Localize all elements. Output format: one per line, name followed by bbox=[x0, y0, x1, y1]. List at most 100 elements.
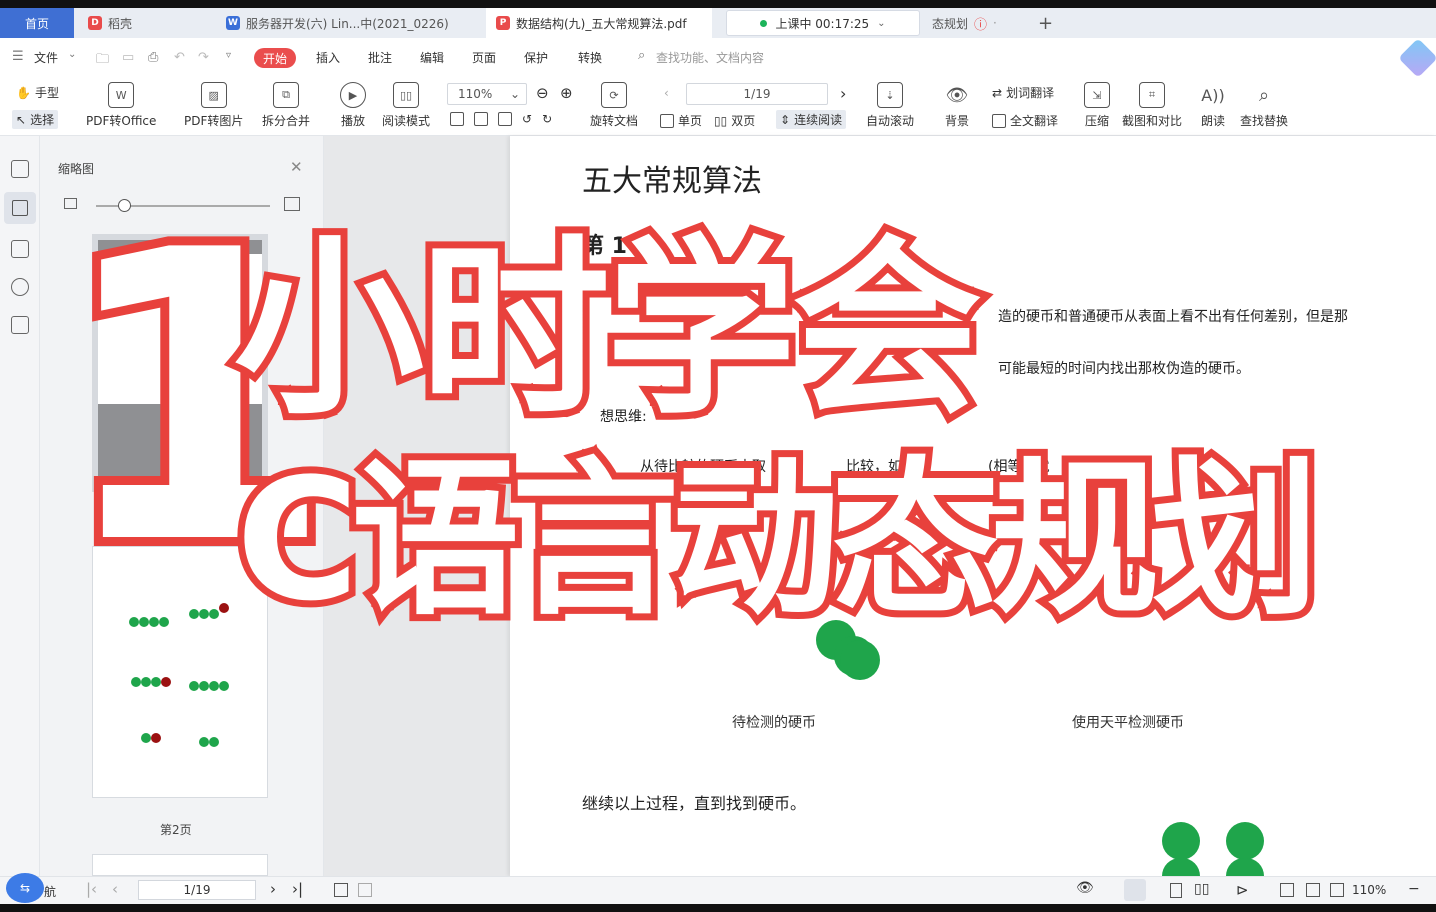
menu-protect[interactable]: 保护 bbox=[524, 49, 548, 66]
next-page-icon[interactable]: › bbox=[270, 880, 276, 898]
body-line-5: 比较，如果天 bbox=[846, 459, 930, 475]
actual-size-icon[interactable] bbox=[450, 112, 464, 126]
word-translate-button[interactable]: ⇄ 划词翻译 bbox=[992, 84, 1054, 101]
menu-start[interactable]: 开始 bbox=[254, 48, 296, 68]
chevron-down-icon[interactable]: ⌄ bbox=[68, 49, 76, 60]
status-zoom[interactable]: 110% bbox=[1352, 883, 1386, 897]
open-folder-icon[interactable]: 🗀 bbox=[96, 50, 109, 72]
screenshot-compare-button[interactable]: ⌗ 截图和对比 bbox=[1122, 82, 1182, 129]
tab-daoke[interactable]: D 稻壳 bbox=[78, 8, 208, 38]
auto-scroll-button[interactable]: ⇣ 自动滚动 bbox=[866, 82, 914, 129]
status-page-input[interactable]: 1/19 bbox=[138, 880, 256, 900]
tab-dp[interactable]: 态规划 ⓘ · bbox=[922, 8, 1022, 38]
single-page-icon[interactable] bbox=[1170, 883, 1182, 898]
thumbnail-page-3[interactable] bbox=[92, 854, 268, 876]
thumbnail-icon[interactable] bbox=[4, 192, 36, 224]
tab-server-dev[interactable]: W 服务器开发(六) Lin...中(2021_0226) bbox=[216, 8, 480, 38]
slider-knob[interactable] bbox=[118, 199, 131, 212]
small-image-icon[interactable] bbox=[64, 198, 77, 209]
rotate-left-icon[interactable]: ↺ bbox=[522, 112, 532, 126]
zoom-in-icon[interactable]: ⊕ bbox=[560, 84, 573, 102]
prev-page-icon[interactable]: ‹ bbox=[112, 880, 118, 898]
zoom-select[interactable]: 110% ⌄ bbox=[447, 83, 527, 105]
compress-button[interactable]: ⇲ 压缩 bbox=[1084, 82, 1110, 129]
toolbar: ✋ 手型 ↖ 选择 W PDF转Office ▨ PDF转图片 ⧉ 拆分合并 ▶ 播… bbox=[0, 78, 1436, 136]
double-page-button[interactable]: ▯▯ 双页 bbox=[714, 112, 755, 129]
menu-insert[interactable]: 插入 bbox=[316, 49, 340, 66]
zoom-out-icon[interactable]: ⊖ bbox=[536, 84, 549, 102]
menu-annotate[interactable]: 批注 bbox=[368, 49, 392, 66]
play-icon[interactable]: ⊳ bbox=[1236, 881, 1249, 899]
signature-icon[interactable] bbox=[11, 316, 29, 334]
comment-icon[interactable] bbox=[11, 240, 29, 258]
continuous-view-icon[interactable] bbox=[1124, 879, 1146, 901]
undo-icon[interactable]: ↶ bbox=[174, 50, 185, 65]
tab-pdf-active[interactable]: P 数据结构(九)_五大常规算法.pdf bbox=[486, 8, 712, 38]
save-icon[interactable]: ▭ bbox=[122, 50, 134, 65]
print-icon[interactable]: ⎙ bbox=[148, 50, 158, 65]
play-button[interactable]: ▶ 播放 bbox=[340, 82, 366, 129]
zoom-out-icon[interactable]: − bbox=[1408, 881, 1420, 897]
read-aloud-button[interactable]: A)) 朗读 bbox=[1200, 82, 1226, 129]
first-page-icon[interactable]: |‹ bbox=[86, 880, 97, 898]
pdf-to-office-button[interactable]: W PDF转Office bbox=[86, 82, 156, 129]
menu-edit[interactable]: 编辑 bbox=[420, 49, 444, 66]
last-page-icon[interactable]: ›| bbox=[292, 880, 303, 898]
thumbnail-page-1[interactable] bbox=[92, 234, 268, 492]
eye-icon[interactable]: 👁 bbox=[1076, 880, 1094, 896]
back-icon[interactable] bbox=[334, 883, 348, 897]
hamburger-icon[interactable]: ☰ bbox=[12, 49, 24, 64]
find-replace-button[interactable]: ⌕ 查找替换 bbox=[1240, 82, 1288, 129]
body-line-3: 想思维: bbox=[600, 409, 647, 425]
page-title: 五大常规算法 bbox=[582, 164, 762, 199]
continuous-read-button[interactable]: ⇕ 连续阅读 bbox=[776, 110, 847, 129]
split-merge-button[interactable]: ⧉ 拆分合并 bbox=[262, 82, 310, 129]
select-tool-button[interactable]: ↖ 选择 bbox=[12, 110, 59, 129]
fit-width-icon[interactable] bbox=[498, 112, 512, 126]
forward-icon[interactable] bbox=[358, 883, 372, 897]
fit-page-icon[interactable] bbox=[474, 112, 488, 126]
single-page-icon bbox=[660, 113, 674, 128]
redo-icon[interactable]: ↷ bbox=[198, 50, 209, 65]
next-page-icon[interactable]: › bbox=[840, 84, 846, 103]
search-input[interactable]: 查找功能、文档内容 bbox=[656, 49, 764, 66]
new-tab-button[interactable]: + bbox=[1028, 8, 1058, 38]
pdf-doc-icon: P bbox=[496, 16, 510, 30]
navigation-icon[interactable]: ⇆ bbox=[6, 873, 44, 903]
fit-page-icon[interactable] bbox=[1306, 883, 1320, 897]
status-bar: ⇆ 航 |‹ ‹ 1/19 › ›| 👁 ▯▯ ⊳ 110% − bbox=[0, 873, 1436, 904]
fit-width-icon[interactable] bbox=[1330, 883, 1344, 897]
hand-tool-button[interactable]: ✋ 手型 bbox=[16, 84, 59, 101]
read-mode-button[interactable]: ▯▯ 阅读模式 bbox=[382, 82, 430, 129]
body-line-4: 从待比较的硬币中取 bbox=[640, 459, 766, 475]
large-image-icon[interactable] bbox=[284, 197, 300, 211]
menu-convert[interactable]: 转换 bbox=[578, 49, 602, 66]
chapter-heading: 第 1 章 bbox=[582, 234, 657, 259]
attachment-icon[interactable] bbox=[11, 278, 29, 296]
menu-bar: ☰ 文件 ⌄ 🗀 ▭ ⎙ ↶ ↷ ▿ 开始 插入 批注 编辑 页面 保护 转换 … bbox=[0, 38, 1436, 78]
rotate-right-icon[interactable]: ↻ bbox=[542, 112, 552, 126]
double-page-icon[interactable]: ▯▯ bbox=[1194, 881, 1209, 897]
menu-page[interactable]: 页面 bbox=[472, 49, 496, 66]
close-tab-icon[interactable]: · bbox=[993, 16, 997, 30]
thumbnail-page-2[interactable] bbox=[92, 546, 268, 798]
tab-home[interactable]: 首页 bbox=[0, 8, 74, 38]
speaker-icon: A)) bbox=[1201, 85, 1225, 105]
menu-file[interactable]: 文件 bbox=[34, 49, 58, 66]
recording-status[interactable]: 上课中 00:17:25 ⌄ bbox=[726, 10, 920, 36]
background-button[interactable]: 👁 背景 bbox=[944, 82, 970, 129]
close-icon[interactable]: ✕ bbox=[290, 158, 303, 176]
document-page: 五大常规算法 第 1 章 造的硬币和普通硬币从表面上看不出有任何差别，但是那 可… bbox=[510, 136, 1436, 876]
more-icon[interactable]: ▿ bbox=[226, 50, 231, 61]
rotate-document-button[interactable]: ⟳ 旋转文档 bbox=[590, 82, 638, 129]
prev-page-icon[interactable]: ‹ bbox=[664, 86, 669, 100]
pdf-to-image-button[interactable]: ▨ PDF转图片 bbox=[184, 82, 243, 129]
chevron-down-icon: ⌄ bbox=[509, 87, 520, 101]
single-page-button[interactable]: 单页 bbox=[660, 112, 702, 129]
full-translate-button[interactable]: 全文翻译 bbox=[992, 112, 1058, 129]
split-merge-icon: ⧉ bbox=[273, 82, 299, 108]
actual-size-icon[interactable] bbox=[1280, 883, 1294, 897]
coin bbox=[1202, 538, 1224, 578]
page-number-input[interactable]: 1/19 bbox=[686, 83, 828, 105]
bookmark-icon[interactable] bbox=[11, 160, 29, 178]
